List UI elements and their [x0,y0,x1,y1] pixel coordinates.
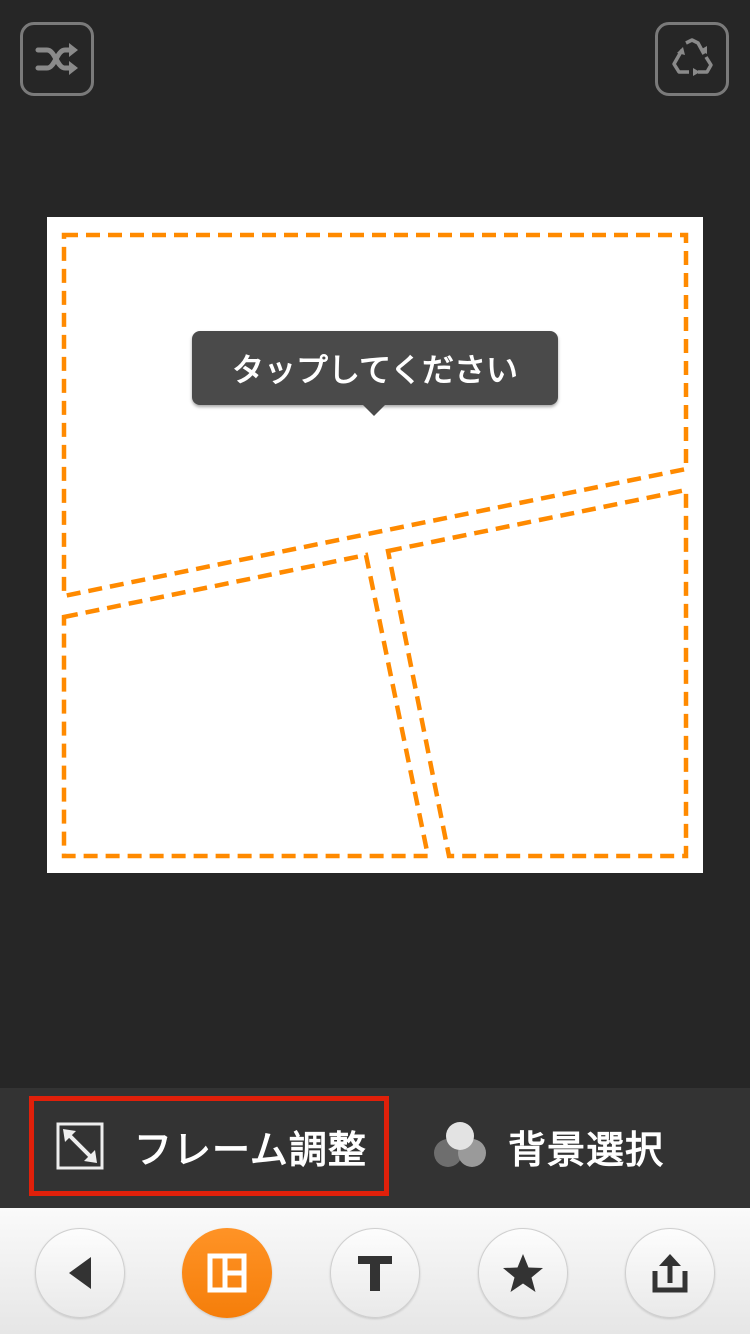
back-button[interactable] [35,1228,125,1318]
share-icon [652,1254,688,1293]
layout-icon [207,1253,247,1293]
layout-button[interactable] [182,1228,272,1318]
collage-canvas[interactable]: タップしてください [47,217,703,873]
bottom-nav [0,1208,750,1334]
resize-diagonal-icon [56,1122,104,1170]
stamp-button[interactable] [478,1228,568,1318]
star-icon [503,1254,543,1292]
collage-frames [61,232,689,859]
shuffle-button[interactable] [20,22,94,96]
text-icon [358,1256,392,1291]
frame-adjust-label: フレーム調整 [134,1127,367,1172]
frame-adjust-button[interactable]: フレーム調整 [29,1096,389,1196]
frame-slot-bottom-right [385,487,689,859]
back-arrow-icon [69,1257,91,1289]
frame-slot-bottom-left [61,552,431,859]
edit-tool-bar: フレーム調整 背景選択 [0,1088,750,1208]
background-select-button[interactable]: 背景選択 [432,1096,664,1196]
tooltip-arrow [362,404,386,416]
background-select-label: 背景選択 [508,1127,665,1172]
recycle-icon [672,38,713,76]
color-circles-icon [434,1122,486,1167]
recycle-button[interactable] [655,22,729,96]
shuffle-icon [35,43,78,75]
tap-hint-tooltip: タップしてください [192,331,558,416]
tooltip-text: タップしてください [231,351,519,389]
text-button[interactable] [330,1228,420,1318]
share-button[interactable] [625,1228,715,1318]
